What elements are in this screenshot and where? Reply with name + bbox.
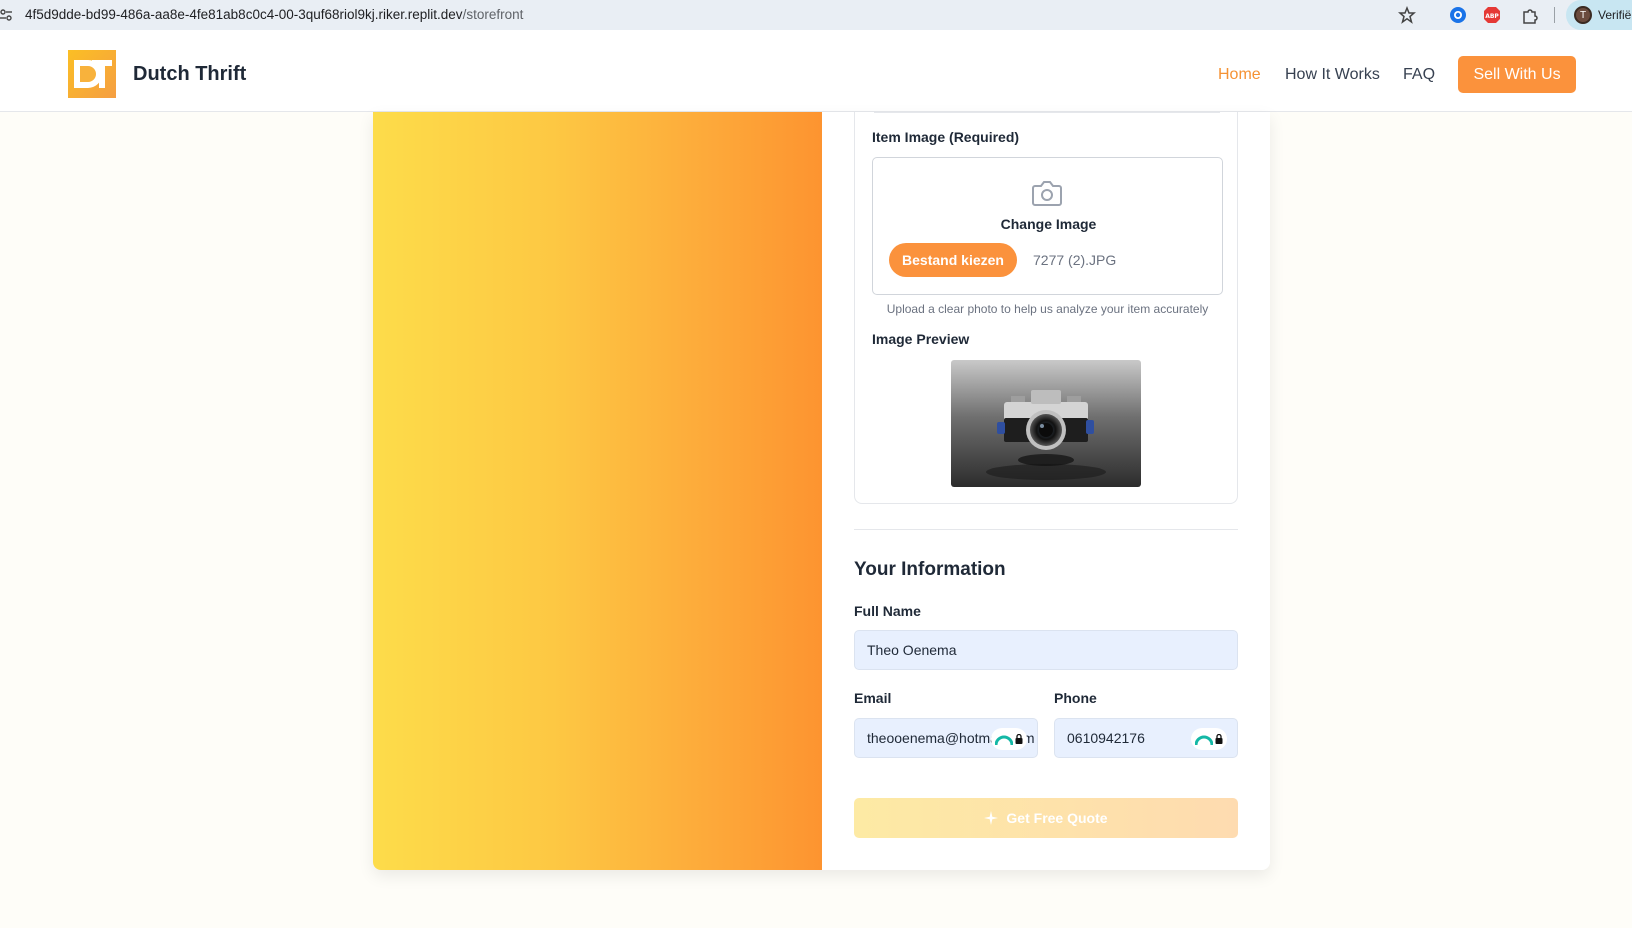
lock-icon [1215,734,1223,744]
logo[interactable] [68,50,116,98]
full-name-label: Full Name [854,603,921,619]
phone-value: 0610942176 [1067,730,1145,746]
lock-icon [1015,734,1023,744]
image-dropzone[interactable]: Change Image Bestand kiezen 7277 (2).JPG [872,157,1223,295]
password-manager-icon[interactable] [991,728,1027,750]
full-name-value: Theo Oenema [867,642,957,658]
profile-button[interactable]: T Verifië [1566,0,1632,30]
brand-name[interactable]: Dutch Thrift [133,63,246,86]
profile-avatar: T [1574,6,1592,24]
url-host: 4f5d9dde-bd99-486a-aa8e-4fe81ab8c0c4-00-… [25,7,463,22]
profile-label: Verifië [1598,8,1632,22]
selected-file-name: 7277 (2).JPG [1033,252,1117,268]
bookmark-star-icon[interactable] [1398,6,1416,24]
extensions-puzzle-icon[interactable] [1521,6,1539,24]
url-field[interactable]: 4f5d9dde-bd99-486a-aa8e-4fe81ab8c0c4-00-… [25,7,523,22]
nav-faq[interactable]: FAQ [1403,66,1435,84]
upload-helper-text: Upload a clear photo to help us analyze … [886,302,1209,316]
url-path: /storefront [462,7,524,22]
email-label: Email [854,690,892,706]
get-free-quote-button[interactable]: Get Free Quote [854,798,1238,838]
your-information-heading: Your Information [854,559,1006,580]
svg-text:ABP: ABP [1485,13,1499,20]
previous-input-edge [874,112,1220,113]
full-name-input[interactable]: Theo Oenema [854,630,1238,670]
logo-mark-icon [74,60,112,88]
toolbar-divider [1554,7,1555,23]
choose-file-button[interactable]: Bestand kiezen [889,243,1017,277]
camera-icon [1032,181,1062,206]
adblock-icon[interactable]: ABP [1483,6,1501,24]
quote-card: Item Image (Required) Change Image Besta… [373,112,1270,870]
gradient-side-panel [373,112,822,870]
phone-label: Phone [1054,690,1097,706]
browser-address-bar: 4f5d9dde-bd99-486a-aa8e-4fe81ab8c0c4-00-… [0,0,1632,30]
site-header: Dutch Thrift Home How It Works FAQ Sell … [0,30,1632,112]
nav-home[interactable]: Home [1218,66,1261,84]
sparkle-icon [984,811,999,825]
extension-circle-icon[interactable] [1449,6,1467,24]
email-input[interactable]: theooenema@hotmail.com [854,718,1038,758]
site-info-icon[interactable] [0,8,12,22]
password-manager-icon[interactable] [1191,728,1227,750]
image-preview-label: Image Preview [872,331,970,347]
change-image-text: Change Image [1000,216,1097,232]
section-divider [854,529,1238,530]
item-image-label: Item Image (Required) [872,129,1020,145]
camera-preview-image [951,360,1141,487]
get-free-quote-label: Get Free Quote [1006,810,1108,826]
phone-input[interactable]: 0610942176 [1054,718,1238,758]
sell-with-us-button[interactable]: Sell With Us [1458,56,1576,93]
nav-how-it-works[interactable]: How It Works [1285,66,1380,84]
